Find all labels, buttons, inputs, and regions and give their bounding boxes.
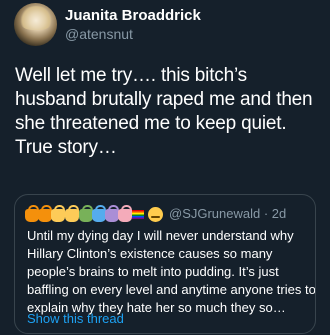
- smiley-icon: [148, 207, 163, 222]
- rainbow-flag-icon: [132, 210, 144, 219]
- bag-yellow-icon: [65, 205, 79, 222]
- bag-pink-icon: [118, 205, 132, 222]
- author-handle[interactable]: @atensnut: [65, 25, 201, 43]
- author-display-name[interactable]: Juanita Broaddrick: [65, 7, 201, 25]
- quoted-author-handle-time[interactable]: @SJGrunewald · 2d: [169, 206, 286, 221]
- bag-orange-icon: [25, 205, 39, 222]
- avatar-photo: [19, 6, 53, 30]
- quoted-tweet[interactable]: @SJGrunewald · 2d Until my dying day I w…: [14, 194, 316, 334]
- author-names: Juanita Broaddrick @atensnut: [65, 7, 201, 43]
- bag-orange-icon: [38, 205, 52, 222]
- tweet-header: Juanita Broaddrick @atensnut: [14, 3, 314, 49]
- show-thread-link[interactable]: Show this thread: [27, 311, 124, 326]
- avatar[interactable]: [14, 3, 57, 46]
- quoted-tweet-text: Until my dying day I will never understa…: [27, 228, 316, 315]
- bag-purple-icon: [105, 205, 119, 222]
- bag-yellow-icon: [51, 205, 65, 222]
- bag-green-icon: [79, 205, 93, 222]
- bag-blue-icon: [92, 205, 106, 222]
- quoted-tweet-header: @SJGrunewald · 2d: [25, 203, 315, 225]
- tweet-text: Well let me try…. this bitch’s husband b…: [15, 65, 313, 158]
